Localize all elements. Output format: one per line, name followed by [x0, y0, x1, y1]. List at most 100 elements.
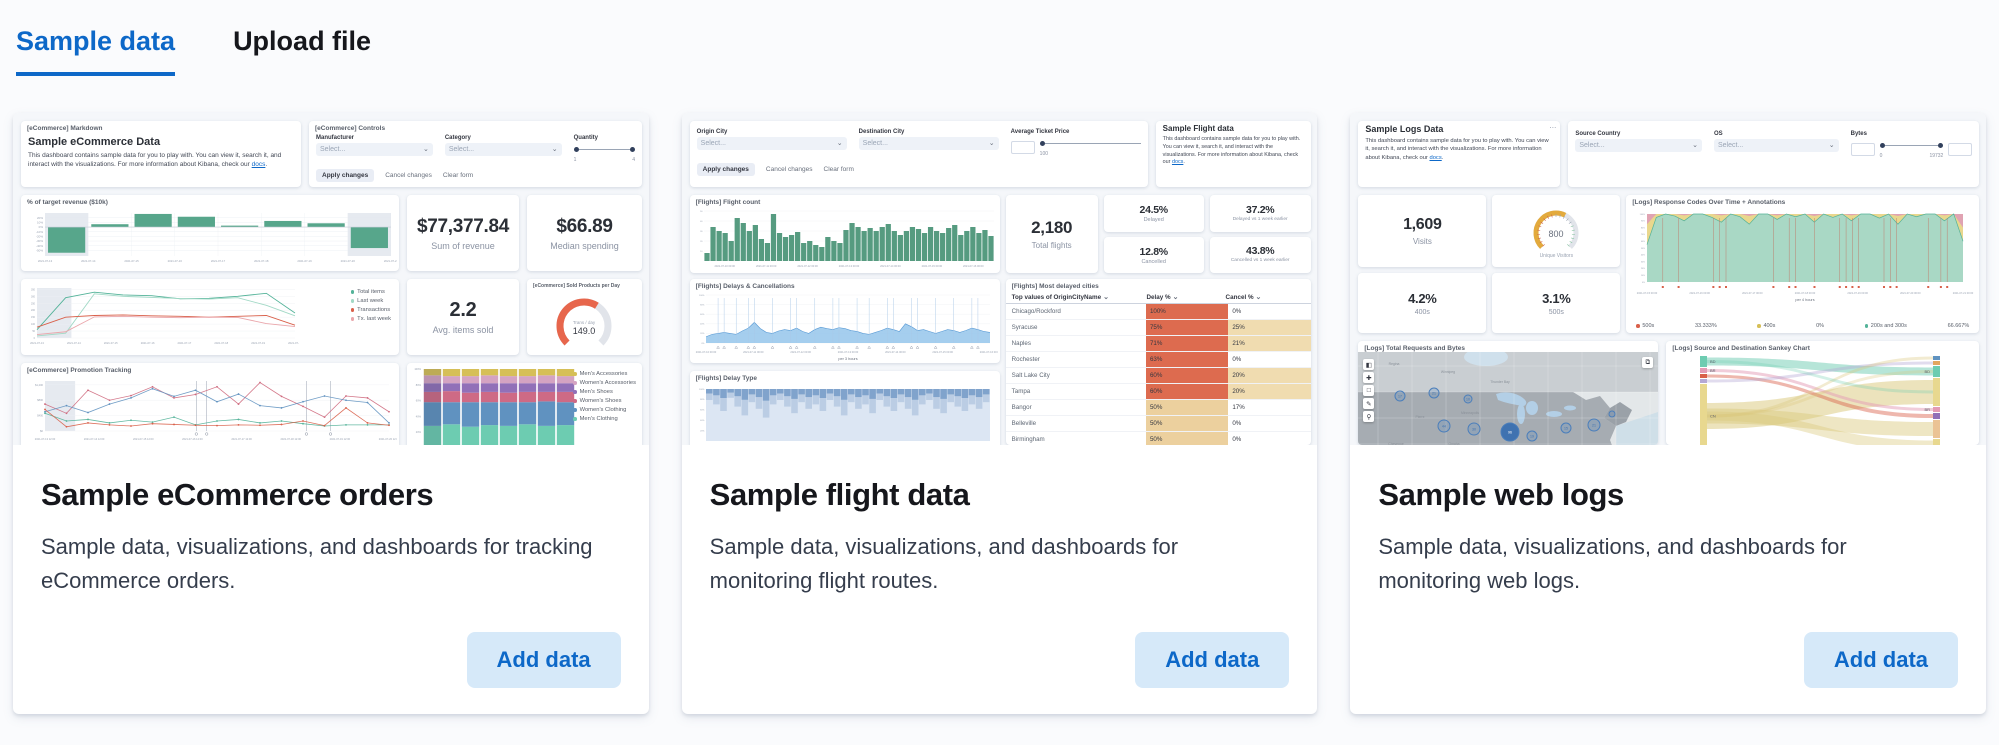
svg-text:40%: 40% — [700, 420, 704, 422]
panel-response-codes: [Logs] Response Codes Over Time + Annota… — [1626, 195, 1979, 333]
svg-text:80%: 80% — [700, 399, 704, 401]
svg-text:2021-07-15 00:00: 2021-07-15 00:00 — [932, 350, 953, 354]
select-input: Select...⌄ — [859, 137, 999, 150]
legend-item: Women's Shoes — [573, 398, 636, 404]
docs-link: docs — [252, 161, 266, 168]
panel-title: [eCommerce] Sold Products per Day — [527, 279, 642, 290]
svg-text:2021-07-18: 2021-07-18 — [254, 259, 269, 263]
table-row: Bangor50%17% — [1006, 400, 1311, 416]
svg-text:2021-07-19: 2021-07-19 — [297, 259, 312, 263]
control-ticket-price: Average Ticket Price 100 — [1011, 129, 1141, 157]
control-category: Category Select...⌄ — [445, 135, 562, 163]
legend-item: Tx. last week — [351, 316, 391, 322]
svg-text:2021-07-13: 2021-07-13 — [30, 341, 44, 345]
svg-text:2021-07-16: 2021-07-16 — [141, 341, 155, 345]
panel-flight-markdown: Sample Flight data This dashboard contai… — [1156, 121, 1311, 187]
svg-text:40: 40 — [700, 221, 703, 223]
svg-text:2021-07-19 12:00: 2021-07-19 12:00 — [330, 437, 351, 441]
svg-text:100%: 100% — [414, 367, 421, 371]
panel-ecommerce-controls: [eCommerce] Controls Manufacturer Select… — [309, 121, 642, 187]
svg-text:2021-07-17 12:00: 2021-07-17 12:00 — [231, 437, 252, 441]
range-slider — [1880, 139, 1944, 152]
svg-text:250: 250 — [31, 302, 36, 305]
panel-logs-markdown: ⋯ Sample Logs Data This dashboard contai… — [1358, 121, 1560, 187]
svg-text:BD: BD — [1710, 359, 1716, 364]
card-title: Sample web logs — [1378, 477, 1958, 513]
control-quantity: Quantity 14 — [574, 135, 635, 163]
svg-text:2021-07-13 00:00: 2021-07-13 00:00 — [838, 264, 859, 268]
card-title: Sample flight data — [710, 477, 1290, 513]
svg-text:100%: 100% — [699, 389, 705, 391]
value-input — [1011, 141, 1035, 154]
panel-sankey: [Logs] Source and Destination Sankey Cha… — [1666, 341, 1979, 445]
legend-item: 200s and 300s — [1865, 323, 1907, 329]
svg-text:BD: BD — [1925, 369, 1931, 374]
card-web-logs: ⋯ Sample Logs Data This dashboard contai… — [1350, 113, 1986, 714]
svg-text:20%: 20% — [37, 216, 43, 220]
panel-sum-revenue: $77,377.84 Sum of revenue — [407, 195, 519, 271]
tab-sample-data[interactable]: Sample data — [16, 26, 175, 76]
panel-title: [Logs] Response Codes Over Time + Annota… — [1626, 195, 1979, 207]
legend-value: 66.667% — [1948, 323, 1970, 329]
legend-item: Men's Clothing — [573, 416, 636, 422]
markdown-body: This dashboard contains sample data for … — [1156, 135, 1311, 168]
svg-text:2021-07-13 12:00: 2021-07-13 12:00 — [35, 437, 56, 441]
svg-text:0%: 0% — [39, 225, 44, 229]
chevron-down-icon: ⌄ — [1692, 142, 1698, 149]
svg-text:10%: 10% — [1641, 275, 1645, 277]
svg-text:150: 150 — [31, 316, 36, 319]
svg-text:2021-07-16: 2021-07-16 — [168, 259, 183, 263]
panel-title: [eCommerce] Promotion Tracking — [21, 363, 399, 375]
range-slider — [1040, 137, 1141, 150]
flight-count-bar-chart: 50403020102021-07-10 00:002021-07-11 00:… — [692, 207, 998, 273]
controls-buttons: Apply changes Cancel changes Clear form — [690, 157, 1148, 176]
panel-title: [Flights] Delay Type — [690, 371, 1000, 383]
svg-text:15: 15 — [1564, 426, 1568, 430]
svg-text:800: 800 — [1549, 229, 1564, 239]
svg-text:10: 10 — [1466, 397, 1470, 401]
svg-text:21: 21 — [1432, 391, 1436, 395]
svg-text:2021-07-19 00:00: 2021-07-19 00:00 — [1848, 291, 1869, 295]
svg-text:19: 19 — [1530, 434, 1534, 438]
panel-title: [eCommerce] Markdown — [21, 121, 301, 133]
tab-upload-file[interactable]: Upload file — [233, 26, 371, 76]
svg-text:2021-07-16 00:00: 2021-07-16 00:00 — [979, 350, 997, 354]
panel-title: [eCommerce] Controls — [309, 121, 642, 133]
table-row: Rochester63%0% — [1006, 352, 1311, 368]
revenue-bar-chart: 20%10%0%-10%-20%-30%-40%-50%2021-07-1320… — [23, 208, 397, 270]
svg-text:-40%: -40% — [36, 244, 43, 248]
svg-text:2021-07-15 12:00: 2021-07-15 12:00 — [133, 437, 154, 441]
table-row: Salt Lake City60%20% — [1006, 368, 1311, 384]
svg-text:2021-07-17: 2021-07-17 — [178, 341, 192, 345]
svg-text:per 12 hours: per 12 hours — [206, 444, 228, 445]
map-tool-button: □ — [1363, 385, 1374, 396]
svg-text:2021-07-12 00:00: 2021-07-12 00:00 — [797, 264, 818, 268]
svg-text:2021-07-10 00:00: 2021-07-10 00:00 — [714, 264, 735, 268]
svg-text:20: 20 — [700, 241, 703, 243]
svg-text:2021-07-16 00:00: 2021-07-16 00:00 — [963, 264, 984, 268]
svg-text:$800: $800 — [37, 398, 43, 402]
control-os: OS Select...⌄ — [1714, 131, 1839, 159]
panel-avg-items: 2.2 Avg. items sold — [407, 279, 519, 355]
value-input — [1851, 143, 1875, 156]
controls-buttons: Apply changes Cancel changes Clear form — [309, 163, 642, 182]
svg-text:40%: 40% — [416, 414, 422, 418]
sample-data-cards: [eCommerce] Markdown Sample eCommerce Da… — [13, 113, 1986, 714]
sankey-chart: BDBRCNBDBRCN — [1670, 353, 1970, 445]
panel-cancelled-vs-week: 43.8% Cancelled vs 1 week earlier — [1210, 237, 1311, 273]
add-data-button-logs[interactable]: Add data — [1804, 632, 1958, 688]
svg-text:-10%: -10% — [36, 230, 43, 234]
svg-text:80%: 80% — [416, 383, 422, 387]
map-tool-button: ◧ — [1363, 359, 1374, 370]
svg-text:-20%: -20% — [36, 234, 43, 238]
svg-text:70%: 70% — [1641, 234, 1645, 236]
card-flights: Origin City Select...⌄ Destination City … — [682, 113, 1318, 714]
add-data-button-flights[interactable]: Add data — [1135, 632, 1289, 688]
svg-text:0%: 0% — [1642, 282, 1645, 284]
add-data-button-ecommerce[interactable]: Add data — [467, 632, 621, 688]
panel-ecommerce-markdown: [eCommerce] Markdown Sample eCommerce Da… — [21, 121, 301, 187]
panel-menu-icon: ⋯ — [1549, 124, 1556, 132]
panel-target-revenue: % of target revenue ($10k) 20%10%0%-10%-… — [21, 195, 399, 271]
delays-area-chart: 100%80%60%40%20%0%2021-07-10 00:002021-0… — [692, 291, 998, 363]
map-tool-button: ✚ — [1363, 372, 1374, 383]
